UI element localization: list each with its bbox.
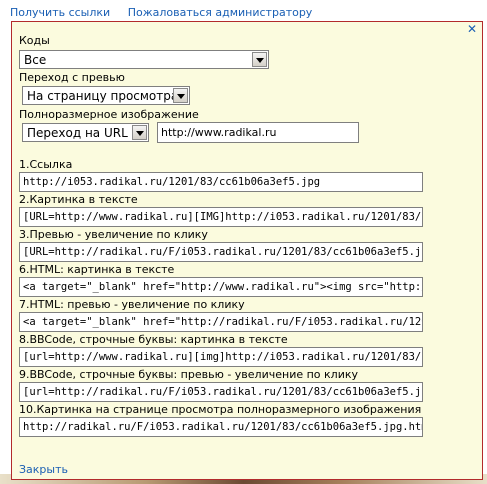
field-value: <a target="_blank" href="http://radikal.… bbox=[23, 316, 422, 328]
field-value: [url=http://radikal.ru/F/i053.radikal.ru… bbox=[23, 386, 422, 398]
fullsize-select-value: Переход на URL bbox=[27, 126, 128, 140]
codes-panel: ✕ Коды Все Переход с превью На страницу … bbox=[11, 21, 483, 480]
field-label-preview-zoom: 3.Превью - увеличение по клику bbox=[19, 228, 208, 241]
close-icon[interactable]: ✕ bbox=[467, 23, 477, 35]
close-link[interactable]: Закрыть bbox=[19, 463, 68, 476]
field-bbcode-image[interactable]: [url=http://www.radikal.ru][img]http://i… bbox=[19, 347, 423, 367]
fullsize-url-value: http://www.radikal.ru bbox=[161, 126, 277, 139]
field-fullsize-page[interactable]: http://radikal.ru/F/i053.radikal.ru/1201… bbox=[19, 417, 423, 437]
field-value: <a target="_blank" href="http://www.radi… bbox=[23, 281, 422, 293]
codes-label: Коды bbox=[19, 34, 50, 47]
codes-select[interactable]: Все bbox=[19, 50, 269, 69]
field-label-bbcode-preview: 9.BBCode, строчные буквы: превью - увели… bbox=[19, 368, 359, 381]
field-value: [url=http://www.radikal.ru][img]http://i… bbox=[23, 351, 422, 363]
field-html-preview[interactable]: <a target="_blank" href="http://radikal.… bbox=[19, 312, 423, 332]
field-bbcode-preview[interactable]: [url=http://radikal.ru/F/i053.radikal.ru… bbox=[19, 382, 423, 402]
field-image-in-text[interactable]: [URL=http://www.radikal.ru][IMG]http://i… bbox=[19, 207, 423, 227]
field-value: http://i053.radikal.ru/1201/83/cc61b06a3… bbox=[23, 176, 321, 188]
preview-label: Переход с превью bbox=[19, 71, 125, 84]
preview-select[interactable]: На страницу просмотра bbox=[22, 86, 190, 105]
top-links: Получить ссылки Пожаловаться администрат… bbox=[10, 6, 326, 22]
field-link[interactable]: http://i053.radikal.ru/1201/83/cc61b06a3… bbox=[19, 172, 423, 192]
field-value: [URL=http://radikal.ru/F/i053.radikal.ru… bbox=[23, 246, 422, 258]
field-label-html-preview: 7.HTML: превью - увеличение по клику bbox=[19, 298, 245, 311]
get-links-link[interactable]: Получить ссылки bbox=[10, 6, 110, 19]
field-value: [URL=http://www.radikal.ru][IMG]http://i… bbox=[23, 211, 422, 223]
field-preview-zoom[interactable]: [URL=http://radikal.ru/F/i053.radikal.ru… bbox=[19, 242, 423, 262]
field-value: http://radikal.ru/F/i053.radikal.ru/1201… bbox=[23, 421, 423, 433]
preview-select-value: На страницу просмотра bbox=[27, 89, 179, 103]
field-label-bbcode-image: 8.BBCode, строчные буквы: картинка в тек… bbox=[19, 333, 288, 346]
field-html-image[interactable]: <a target="_blank" href="http://www.radi… bbox=[19, 277, 423, 297]
chevron-down-icon bbox=[132, 125, 147, 140]
fullsize-select[interactable]: Переход на URL bbox=[22, 123, 149, 142]
field-label-fullsize-page: 10.Картинка на странице просмотра полнор… bbox=[19, 403, 422, 416]
fullsize-url-input[interactable]: http://www.radikal.ru bbox=[157, 122, 359, 143]
codes-select-value: Все bbox=[24, 53, 47, 67]
field-label-link: 1.Ссылка bbox=[19, 158, 73, 171]
field-label-html-image: 6.HTML: картинка в тексте bbox=[19, 263, 175, 276]
field-label-image-in-text: 2.Картинка в тексте bbox=[19, 193, 138, 206]
complain-link[interactable]: Пожаловаться администратору bbox=[128, 6, 313, 19]
chevron-down-icon bbox=[252, 52, 267, 67]
fullsize-label: Полноразмерное изображение bbox=[19, 108, 199, 121]
chevron-down-icon bbox=[173, 88, 188, 103]
